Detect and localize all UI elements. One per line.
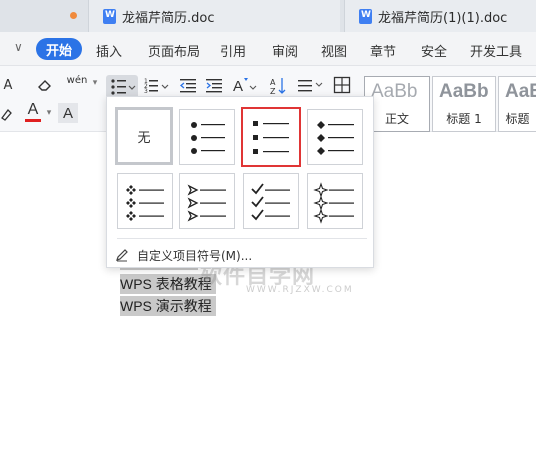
custom-bullet-menu-item[interactable]: 自定义项目符号(M)... (115, 245, 252, 265)
style-heading[interactable]: AaB 标题 (498, 76, 536, 132)
watermark-url: WWW.RJZXW.COM (246, 285, 354, 295)
font-color-button[interactable]: A (22, 102, 44, 122)
chevron-down-icon[interactable]: ▾ (90, 78, 100, 88)
tab-title: 龙福芹简历.doc (122, 10, 215, 26)
filled-circle-bullet-icon (191, 122, 225, 154)
tab-bar: 龙福芹简历.doc 龙福芹简历(1)(1).doc (0, 0, 536, 32)
star-outline-bullet-icon (313, 182, 354, 224)
bullet-option-four-diamond[interactable] (117, 173, 173, 229)
menu-item-review[interactable]: 审阅 (272, 41, 298, 60)
svg-text:A: A (270, 78, 276, 87)
pinyin-label: wén (66, 75, 88, 86)
pinyin-guide-button[interactable]: wén (62, 75, 92, 86)
pencil-icon (116, 249, 128, 262)
font-color-swatch (25, 119, 41, 122)
highlight-icon[interactable] (0, 106, 14, 122)
line-spacing-icon[interactable] (296, 77, 324, 93)
tab-left-area (0, 0, 88, 32)
bullet-option-none[interactable]: 无 (115, 107, 173, 165)
document-line: WPS 演示教程 (120, 296, 216, 316)
tab-document-1[interactable]: 龙福芹简历.doc (88, 0, 340, 32)
bullet-option-filled-diamond[interactable] (307, 109, 363, 165)
menu-item-view[interactable]: 视图 (321, 41, 347, 60)
numbered-list-button[interactable]: 1 2 3 (142, 77, 172, 95)
table-border-icon[interactable] (332, 76, 352, 94)
font-color-label: A (27, 101, 39, 118)
menu-item-insert[interactable]: 插入 (96, 41, 122, 60)
change-case-icon[interactable]: A (230, 75, 258, 95)
style-sample: AaB (505, 81, 536, 102)
decrease-indent-icon[interactable] (178, 77, 198, 93)
bullet-none-label: 无 (137, 130, 151, 146)
style-name: 标题 1 (446, 112, 482, 126)
bullet-style-dropdown: 无 自定义项目符号(M)... (106, 96, 374, 268)
menu-item-developer-tools[interactable]: 开发工具 (470, 41, 522, 60)
style-name: 正文 (384, 112, 409, 126)
style-sample: AaBb (371, 81, 418, 102)
svg-text:Z: Z (270, 87, 276, 96)
bullet-option-arrowhead[interactable] (179, 173, 235, 229)
svg-text:A: A (233, 78, 243, 95)
tab-title: 龙福芹简历(1)(1).doc (378, 10, 508, 26)
bullet-option-filled-square[interactable] (241, 107, 301, 167)
custom-bullet-label: 自定义项目符号(M)... (137, 248, 253, 263)
svg-text:3: 3 (144, 88, 148, 95)
four-diamond-bullet-icon (126, 185, 164, 221)
style-sample: AaBb (439, 81, 489, 102)
menu-item-page-layout[interactable]: 页面布局 (148, 41, 200, 60)
menu-item-security[interactable]: 安全 (421, 41, 447, 60)
filled-square-bullet-icon (253, 121, 289, 154)
style-name: 标题 (505, 112, 530, 126)
style-heading-1[interactable]: AaBb 标题 1 (432, 76, 496, 132)
font-case-icon[interactable]: A (2, 78, 14, 93)
arrowhead-bullet-icon (187, 184, 226, 222)
doc-file-icon (103, 8, 116, 24)
menu-item-section[interactable]: 章节 (370, 41, 396, 60)
filled-diamond-bullet-icon (317, 121, 354, 155)
character-shading-label: A (62, 104, 73, 122)
chevron-down-icon[interactable]: ▾ (44, 108, 54, 118)
menu-item-home[interactable]: 开始 (36, 38, 82, 60)
menu-bar: ∨ 开始 插入 页面布局 引用 审阅 视图 章节 安全 开发工具 (0, 32, 536, 66)
bullet-option-filled-circle[interactable] (179, 109, 235, 165)
panel-divider (117, 238, 367, 239)
increase-indent-icon[interactable] (204, 77, 224, 93)
eraser-icon[interactable] (36, 77, 54, 93)
unsaved-dot-icon (70, 12, 77, 19)
bullet-option-checkmark[interactable] (243, 173, 299, 229)
sort-icon[interactable]: AZ (268, 76, 288, 96)
menu-item-references[interactable]: 引用 (220, 41, 246, 60)
checkmark-bullet-icon (251, 183, 290, 221)
bullet-option-star-outline[interactable] (307, 173, 363, 229)
character-shading-button[interactable]: A (58, 103, 78, 123)
doc-file-icon (359, 8, 372, 24)
tab-document-2[interactable]: 龙福芹简历(1)(1).doc (344, 0, 536, 32)
chevron-down-icon[interactable]: ∨ (14, 40, 23, 54)
